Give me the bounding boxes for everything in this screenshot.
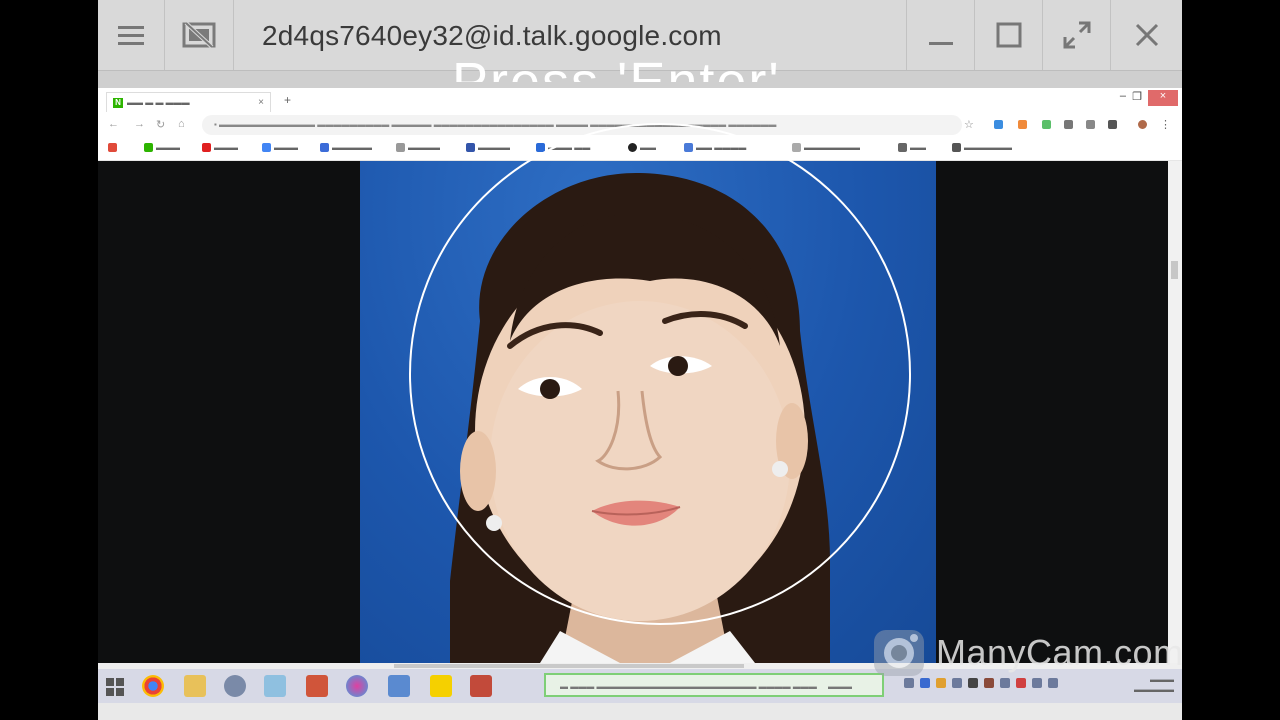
home-icon[interactable]: ⌂: [178, 118, 185, 130]
windows-start-icon[interactable]: [106, 678, 124, 696]
browser-restore-icon[interactable]: ❐: [1132, 90, 1142, 103]
app-icon[interactable]: [470, 675, 492, 697]
url-field[interactable]: ▪ ▬▬▬▬▬▬▬▬▬▬▬▬ ▬▬▬▬▬▬▬▬▬ ▬▬▬▬▬ ▬▬▬▬▬▬▬▬▬…: [202, 115, 962, 135]
watermark-text: ManyCam.com: [936, 632, 1184, 673]
maximize-button[interactable]: [974, 0, 1043, 70]
speaker-icon[interactable]: [306, 675, 328, 697]
bookmark-item[interactable]: ▬▬▬▬▬: [320, 143, 372, 152]
extension-icon[interactable]: [1018, 120, 1027, 129]
minimize-icon: [929, 42, 953, 45]
bookmark-item[interactable]: ▬▬▬▬▬▬: [952, 143, 1012, 152]
close-icon: [1135, 23, 1159, 47]
screen-share-button[interactable]: [165, 0, 234, 70]
file-explorer-icon[interactable]: [184, 675, 206, 697]
scrollbar-thumb[interactable]: [394, 664, 744, 668]
scrollbar-thumb[interactable]: [1171, 261, 1178, 279]
bookmark-item[interactable]: ▬▬▬▬: [396, 143, 440, 152]
app-icon[interactable]: [388, 675, 410, 697]
new-tab-icon[interactable]: +: [284, 93, 291, 107]
apps-icon[interactable]: [108, 143, 117, 152]
fullscreen-icon: [1063, 21, 1091, 49]
bookmark-item[interactable]: ▬▬▬: [144, 143, 180, 152]
bookmark-item[interactable]: ▬▬▬▬▬▬▬: [792, 143, 860, 152]
bookmark-star-icon[interactable]: ☆: [964, 118, 974, 131]
settings-icon[interactable]: [224, 675, 246, 697]
vertical-scrollbar[interactable]: [1168, 161, 1182, 663]
browser-close-icon[interactable]: ×: [1148, 90, 1178, 106]
naver-favicon-icon: N: [113, 97, 123, 108]
extension-icon[interactable]: [1042, 120, 1051, 129]
back-icon[interactable]: ←: [108, 118, 119, 130]
more-menu-icon[interactable]: ⋮: [1160, 118, 1171, 131]
manycam-watermark: ManyCam.com: [868, 622, 1184, 684]
browser-tabstrip: N ▬▬ ▬ ▬ ▬▬▬ × + – ❐ ×: [98, 88, 1182, 112]
close-button[interactable]: [1110, 0, 1182, 70]
kakaotalk-icon[interactable]: [430, 675, 452, 697]
browser-tab[interactable]: N ▬▬ ▬ ▬ ▬▬▬ ×: [106, 92, 271, 112]
profile-icon[interactable]: [1138, 120, 1147, 129]
chrome-icon[interactable]: [142, 675, 164, 697]
bookmark-item[interactable]: ▬▬▬: [202, 143, 238, 152]
extension-icon[interactable]: [1108, 120, 1117, 129]
face-detection-circle: [409, 123, 911, 625]
press-enter-prompt: Press 'Enter': [452, 52, 781, 82]
screen-share-off-icon: [182, 21, 216, 49]
tab-close-icon[interactable]: ×: [258, 97, 264, 108]
extension-icon[interactable]: [994, 120, 1003, 129]
reload-icon[interactable]: ↻: [156, 118, 165, 131]
app-icon[interactable]: [346, 675, 368, 697]
bookmark-item[interactable]: ▬▬: [898, 143, 926, 152]
extension-icon[interactable]: [1064, 120, 1073, 129]
forward-icon[interactable]: →: [134, 118, 145, 130]
fullscreen-button[interactable]: [1042, 0, 1111, 70]
browser-minimize-icon[interactable]: –: [1120, 90, 1126, 102]
camera-icon: [874, 630, 924, 676]
menu-icon: [118, 26, 144, 45]
menu-button[interactable]: [98, 0, 165, 70]
app-icon[interactable]: [264, 675, 286, 697]
taskbar-notification[interactable]: ▬ ▬▬▬ ▬▬▬▬▬▬▬▬▬▬▬▬▬▬▬▬▬▬▬▬ ▬▬▬▬ ▬▬▬ ▬▬▬: [544, 673, 884, 697]
bookmark-item[interactable]: ▬▬▬: [262, 143, 298, 152]
maximize-icon: [996, 22, 1022, 48]
extension-icon[interactable]: [1086, 120, 1095, 129]
tab-label: ▬▬ ▬ ▬ ▬▬▬: [127, 98, 190, 107]
minimize-button[interactable]: [906, 0, 975, 70]
bookmark-item[interactable]: ▬▬▬▬: [466, 143, 510, 152]
